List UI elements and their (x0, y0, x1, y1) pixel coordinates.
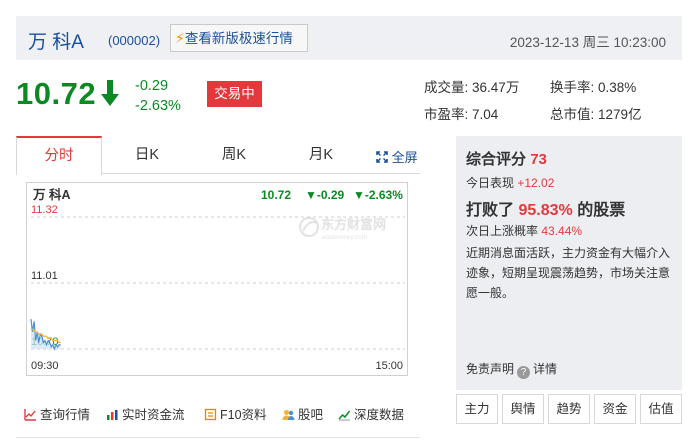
beat-suffix: 的股票 (577, 202, 626, 219)
today-performance: 今日表现 +12.02 (466, 174, 554, 191)
chart-header-pct: ▼-2.63% (353, 188, 403, 202)
link-f10-data[interactable]: F10资料 (204, 404, 267, 423)
x-tick-label: 09:30 (31, 360, 59, 372)
price-change: -0.29 (135, 78, 169, 94)
analysis-comment: 近期消息面活跃，主力资金有大幅介入迹象，短期呈现震荡趋势，市场关注意愿一般。 (466, 246, 671, 300)
watermark-text: 东方财富网 (321, 217, 386, 232)
score-value: 73 (530, 151, 547, 168)
link-stock-forum[interactable]: 股吧 (282, 404, 323, 423)
volume-label: 成交量: (424, 80, 469, 95)
stock-code: (000002) (108, 33, 161, 48)
link-stock-forum-label: 股吧 (298, 408, 324, 422)
disclaimer-link[interactable]: 免责声明 (466, 362, 514, 376)
document-icon (204, 408, 217, 421)
line-chart-icon (24, 409, 36, 421)
tab-intraday[interactable]: 分时 (16, 136, 102, 175)
y-tick-label: 11.01 (31, 270, 58, 282)
beat-stocks: 打败了 95.83% 的股票 (466, 196, 625, 220)
trading-status-badge: 交易中 (207, 81, 262, 107)
quote-datetime: 2023-12-13 周三 10:23:00 (509, 35, 666, 50)
analysis-icon (338, 410, 351, 421)
volume-stat: 成交量: 36.47万 (424, 76, 519, 96)
tab-monthly-k[interactable]: 月K (278, 136, 364, 174)
chart-stock-title: 万 科A (32, 187, 71, 202)
turnover-value: 0.38% (598, 80, 637, 95)
next-day-probability: 次日上涨概率 43.44% (466, 222, 582, 239)
bar-chart-icon (107, 410, 118, 420)
rating-panel: 综合评分 73 今日表现 +12.02 打败了 95.83% 的股票 次日上涨概… (456, 136, 682, 390)
watermark-logo: 东方财富网 eastmoney.com (299, 217, 386, 241)
current-price: 10.72 (16, 76, 97, 111)
disclaimer-row: 免责声明? 详情 (466, 360, 557, 379)
overall-score: 综合评分 73 (466, 148, 547, 169)
link-query-quote[interactable]: 查询行情 (24, 404, 90, 423)
prob-label: 次日上涨概率 (466, 224, 539, 238)
express-quote-label: 查看新版极速行情 (184, 31, 293, 46)
link-deep-data[interactable]: 深度数据 (338, 404, 404, 423)
beat-prefix: 打败了 (466, 202, 515, 219)
question-icon[interactable]: ? (517, 366, 531, 379)
stock-header: 万 科A (000002) ⚡查看新版极速行情 2023-12-13 周三 10… (16, 16, 682, 60)
series-lines (30, 319, 61, 351)
pe-label: 市盈率: (424, 107, 469, 122)
mcap-stat: 总市值: 1279亿 (550, 103, 642, 123)
pe-value: 7.04 (472, 107, 499, 122)
chart-tabs: 分时 日K 周K 月K 全屏 (16, 136, 420, 175)
funds-button[interactable]: 资金 (594, 394, 636, 424)
chart-header-change: ▼-0.29 (305, 188, 345, 202)
score-label: 综合评分 (466, 151, 527, 168)
link-f10-data-label: F10资料 (220, 408, 267, 422)
fullscreen-icon (376, 151, 388, 163)
price-change-pct: -2.63% (135, 98, 181, 114)
main-force-button[interactable]: 主力 (456, 394, 498, 424)
pe-stat: 市盈率: 7.04 (424, 103, 498, 123)
down-arrow-icon (101, 80, 119, 106)
volume-value: 36.47万 (472, 80, 520, 95)
link-query-quote-label: 查询行情 (40, 408, 91, 422)
prob-value: 43.44% (541, 224, 583, 238)
tab-daily-k[interactable]: 日K (104, 136, 190, 174)
watermark-subtext: eastmoney.com (322, 234, 367, 241)
lightning-icon: ⚡ (175, 30, 185, 46)
price-change-block: -0.29 -2.63% (135, 76, 181, 116)
mcap-value: 1279亿 (598, 107, 642, 122)
x-tick-label: 15:00 (375, 360, 403, 372)
x-axis-labels: 09:30 15:00 (31, 360, 403, 372)
trend-button[interactable]: 趋势 (548, 394, 590, 424)
mcap-label: 总市值: (550, 107, 595, 122)
stock-name: 万 科A (28, 32, 84, 53)
today-value: +12.02 (517, 176, 555, 190)
sentiment-button[interactable]: 舆情 (502, 394, 544, 424)
link-realtime-fund-flow-label: 实时资金流 (122, 408, 185, 422)
people-icon (282, 410, 295, 420)
link-realtime-fund-flow[interactable]: 实时资金流 (106, 404, 185, 423)
fullscreen-button[interactable]: 全屏 (376, 147, 418, 166)
details-link[interactable]: 详情 (533, 362, 557, 376)
express-quote-button[interactable]: ⚡查看新版极速行情 (170, 24, 308, 52)
turnover-stat: 换手率: 0.38% (550, 76, 636, 96)
turnover-label: 换手率: (550, 80, 595, 95)
analysis-buttons: 主力 舆情 趋势 资金 估值 (456, 394, 682, 424)
intraday-chart[interactable]: 万 科A 10.72 ▼-0.29 ▼-2.63% 东方财富网 eastmone… (26, 182, 408, 376)
intraday-chart-svg: 万 科A 10.72 ▼-0.29 ▼-2.63% 东方财富网 eastmone… (30, 187, 405, 372)
tab-weekly-k[interactable]: 周K (191, 136, 277, 174)
divider (16, 437, 420, 438)
link-deep-data-label: 深度数据 (354, 408, 405, 422)
today-label: 今日表现 (466, 176, 515, 190)
fullscreen-label: 全屏 (391, 150, 418, 165)
chart-header-price: 10.72 (261, 188, 291, 202)
valuation-button[interactable]: 估值 (640, 394, 682, 424)
y-tick-label: 11.32 (31, 204, 58, 216)
beat-pct: 95.83% (518, 202, 573, 219)
